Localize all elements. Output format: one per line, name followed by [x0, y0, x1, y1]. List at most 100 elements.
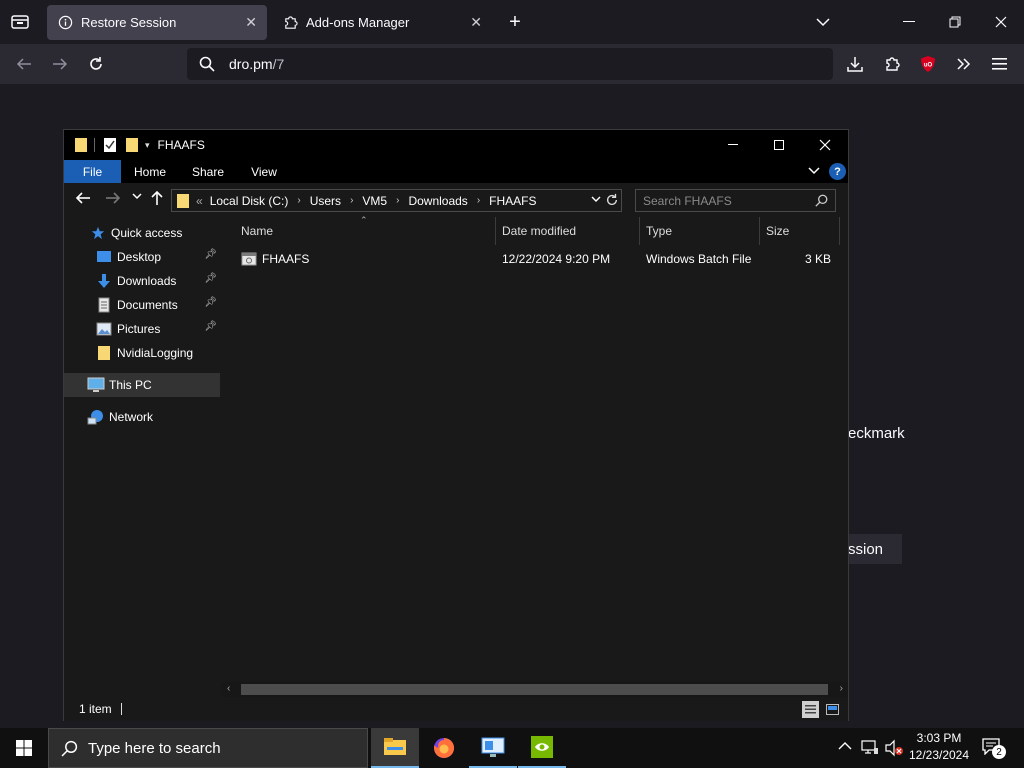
pin-icon[interactable]: 📌︎ [204, 321, 217, 332]
tab-file[interactable]: File [64, 160, 121, 183]
maximize-icon[interactable] [756, 130, 802, 160]
breadcrumb-overflow[interactable]: « [196, 194, 203, 208]
nav-pictures[interactable]: Pictures 📌︎ [64, 317, 220, 341]
breadcrumb-vm5[interactable]: VM5 [362, 194, 387, 208]
tab-addons-manager[interactable]: Add-ons Manager ✕ [272, 5, 492, 40]
forward-arrow-icon[interactable] [105, 191, 121, 205]
network-tray-icon[interactable] [861, 739, 879, 755]
close-tab-icon[interactable]: ✕ [245, 14, 257, 31]
ublock-origin-icon[interactable]: uO [916, 52, 940, 76]
column-header-name[interactable]: Name [235, 217, 496, 245]
svg-text:uO: uO [924, 63, 933, 69]
properties-checklist-icon[interactable] [103, 137, 117, 153]
tab-share[interactable]: Share [184, 160, 232, 183]
system-clock[interactable]: 3:03 PM 12/23/2024 [905, 730, 973, 766]
breadcrumb-separator-icon[interactable]: › [350, 195, 353, 206]
puzzle-icon [282, 15, 298, 31]
url-bar[interactable]: dro.pm/7 [187, 48, 833, 80]
pin-icon[interactable]: 📌︎ [204, 249, 217, 260]
new-tab-icon[interactable]: + [503, 10, 527, 34]
windows-start-icon[interactable] [0, 728, 48, 768]
new-folder-icon[interactable] [125, 137, 139, 153]
address-bar[interactable]: « Local Disk (C:) › Users › VM5 › Downlo… [171, 189, 622, 212]
column-header-size[interactable]: Size [760, 217, 840, 245]
extensions-puzzle-icon[interactable] [880, 52, 904, 76]
breadcrumb-separator-icon[interactable]: › [297, 195, 300, 206]
horizontal-scrollbar[interactable]: ‹ › [221, 682, 848, 697]
breadcrumb-separator-icon[interactable]: › [477, 195, 480, 206]
control-panel-taskbar-icon[interactable] [469, 728, 517, 768]
breadcrumb-users[interactable]: Users [310, 194, 341, 208]
back-arrow-icon[interactable] [75, 191, 91, 205]
folder-icon [176, 193, 190, 209]
nav-label: Downloads [117, 274, 177, 288]
table-row[interactable]: FHAAFS 12/22/2024 9:20 PM Windows Batch … [235, 245, 840, 272]
download-arrow-icon [95, 273, 113, 289]
url-path: /7 [272, 56, 285, 72]
pin-icon[interactable]: 📌︎ [204, 297, 217, 308]
scroll-left-icon[interactable]: ‹ [227, 683, 230, 694]
recent-locations-chevron-icon[interactable] [132, 192, 142, 200]
column-header-type[interactable]: Type [640, 217, 760, 245]
back-arrow-icon[interactable] [12, 52, 36, 76]
close-tab-icon[interactable]: ✕ [470, 14, 482, 31]
tab-restore-session[interactable]: Restore Session ✕ [47, 5, 267, 40]
tab-view[interactable]: View [240, 160, 288, 183]
folder-icon [95, 345, 113, 361]
nav-this-pc[interactable]: This PC [64, 373, 220, 397]
desktop-folder-icon [95, 249, 113, 265]
nav-downloads[interactable]: Downloads 📌︎ [64, 269, 220, 293]
nav-documents[interactable]: Documents 📌︎ [64, 293, 220, 317]
expand-ribbon-chevron-icon[interactable] [808, 166, 820, 176]
volume-muted-icon[interactable] [884, 739, 904, 757]
file-explorer-window: ▾ FHAAFS File Home Share View ? « Local … [63, 129, 849, 721]
firefox-view-icon[interactable] [8, 10, 32, 34]
more-tools-chevrons-icon[interactable] [952, 52, 976, 76]
nav-quick-access[interactable]: Quick access [64, 221, 220, 245]
close-window-icon[interactable] [802, 130, 848, 160]
scroll-right-icon[interactable]: › [840, 683, 843, 694]
list-all-tabs-icon[interactable] [800, 0, 846, 44]
window-title: FHAAFS [157, 138, 205, 152]
info-icon [57, 15, 73, 31]
hamburger-menu-icon[interactable] [988, 52, 1012, 76]
restore-session-button[interactable]: ssion [848, 534, 902, 564]
taskbar: Type here to search 3:03 PM 12/23/2024 2 [0, 728, 1024, 768]
file-type: Windows Batch File [646, 251, 752, 266]
reload-icon[interactable] [84, 52, 108, 76]
batch-file-icon [241, 245, 257, 272]
nav-desktop[interactable]: Desktop 📌︎ [64, 245, 220, 269]
details-view-icon[interactable] [802, 701, 819, 718]
breadcrumb-local-disk[interactable]: Local Disk (C:) [210, 194, 289, 208]
documents-icon [95, 297, 113, 313]
large-icons-view-icon[interactable] [824, 701, 841, 718]
close-window-icon[interactable] [978, 0, 1024, 44]
taskbar-search-box[interactable]: Type here to search [48, 728, 368, 768]
pin-icon[interactable]: 📌︎ [204, 273, 217, 284]
tab-home[interactable]: Home [126, 160, 174, 183]
file-explorer-taskbar-icon[interactable] [371, 728, 419, 768]
notification-center-icon[interactable]: 2 [981, 737, 1007, 759]
downloads-icon[interactable] [843, 52, 867, 76]
up-arrow-icon[interactable] [150, 190, 164, 206]
forward-arrow-icon[interactable] [48, 52, 72, 76]
address-history-chevron-icon[interactable] [591, 195, 601, 203]
help-icon[interactable]: ? [829, 163, 846, 180]
minimize-icon[interactable] [710, 130, 756, 160]
breadcrumb-downloads[interactable]: Downloads [408, 194, 467, 208]
refresh-icon[interactable] [605, 193, 619, 207]
browser-nav-bar: dro.pm/7 uO [0, 44, 1024, 84]
scrollbar-thumb[interactable] [241, 684, 828, 695]
nvidia-taskbar-icon[interactable] [518, 728, 566, 768]
breadcrumb-separator-icon[interactable]: › [396, 195, 399, 206]
quick-access-toolbar-dropdown-icon[interactable]: ▾ [145, 140, 150, 151]
show-hidden-icons-chevron-icon[interactable] [838, 741, 852, 751]
column-header-date-modified[interactable]: Date modified [496, 217, 640, 245]
minimize-icon[interactable] [886, 0, 932, 44]
restore-icon[interactable] [932, 0, 978, 44]
firefox-taskbar-icon[interactable] [420, 728, 468, 768]
nav-network[interactable]: Network [64, 405, 220, 429]
breadcrumb-fhaafs[interactable]: FHAAFS [489, 194, 536, 208]
nav-nvidialogging[interactable]: NvidiaLogging [64, 341, 220, 365]
search-field[interactable]: Search FHAAFS [635, 189, 836, 212]
